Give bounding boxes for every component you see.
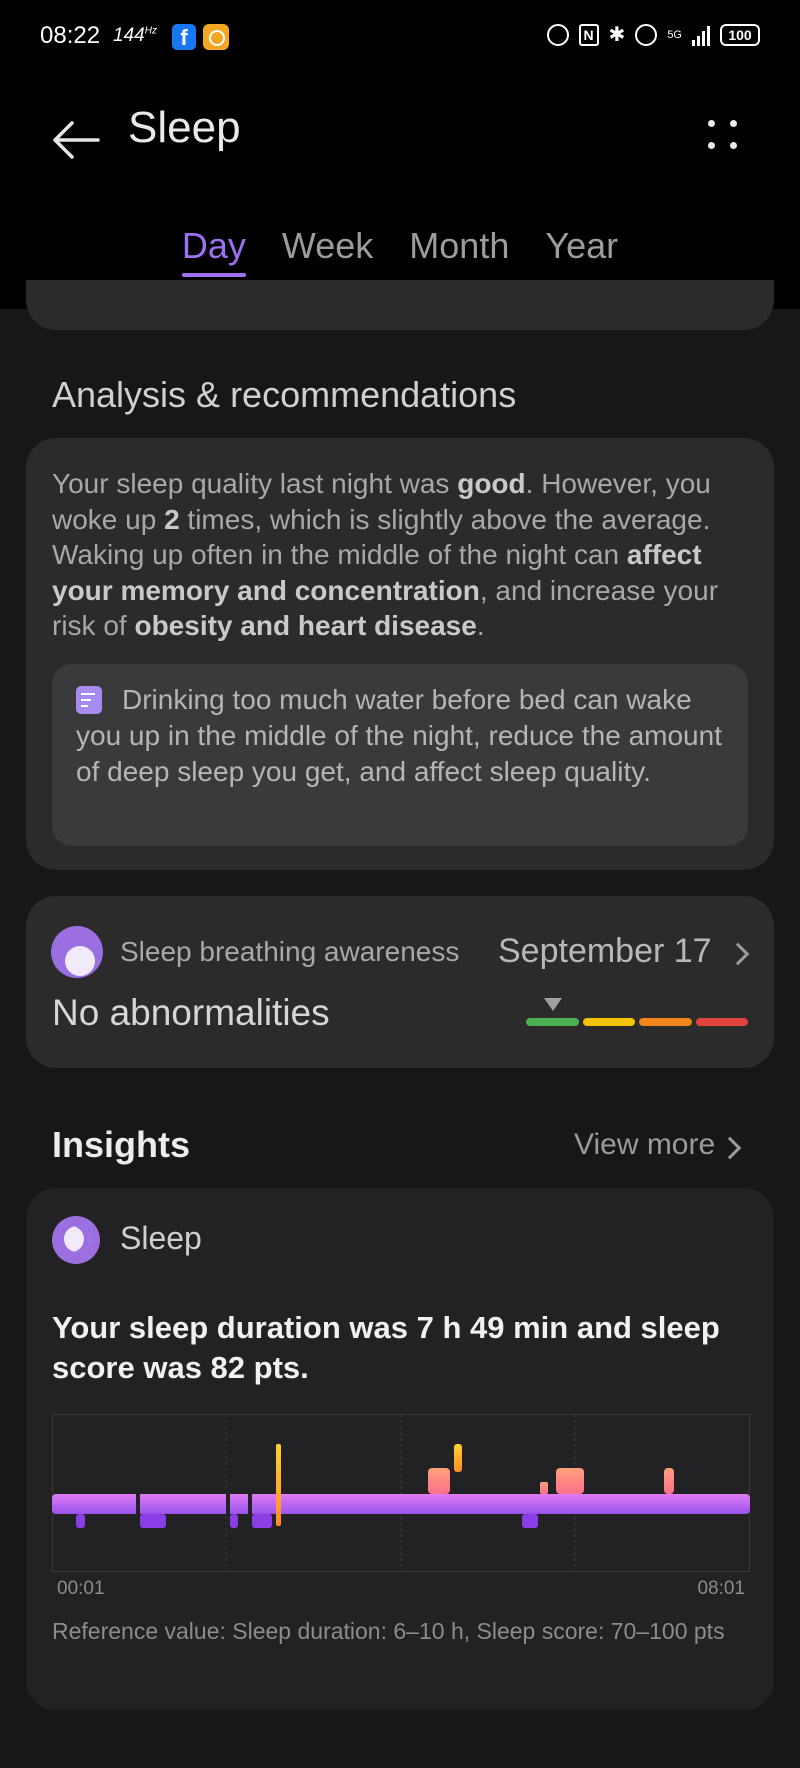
app-notification-icon xyxy=(203,24,229,50)
rem-segment xyxy=(664,1468,674,1494)
previous-card-edge xyxy=(26,280,774,330)
signal-icon xyxy=(692,24,710,46)
sleep-stages-chart: 00:01 08:01 xyxy=(52,1414,750,1596)
emphasis-text: obesity and heart disease xyxy=(134,610,477,641)
breathing-status: No abnormalities xyxy=(52,992,330,1033)
moon-icon xyxy=(52,1216,100,1264)
scale-marker xyxy=(543,998,562,1011)
more-options-icon[interactable] xyxy=(700,112,746,166)
scale-segment xyxy=(639,1018,692,1026)
band-gap xyxy=(226,1492,230,1516)
sleep-insight-card[interactable]: Sleep Your sleep duration was 7 h 49 min… xyxy=(26,1188,774,1710)
period-tabs: Day Week Month Year xyxy=(0,225,800,277)
status-icons: N ✱ 5G 100 xyxy=(546,22,760,47)
tab-day[interactable]: Day xyxy=(181,225,246,277)
analysis-section-title: Analysis & recommendations xyxy=(52,374,517,415)
band-gap xyxy=(248,1492,252,1516)
refresh-rate-indicator: 144Hz xyxy=(113,25,157,46)
chart-end-time: 08:01 xyxy=(697,1578,745,1596)
emphasis-text: 2 xyxy=(164,503,180,535)
scale-segment xyxy=(695,1018,748,1026)
alarm-icon xyxy=(635,23,658,46)
paragraph-text: . xyxy=(476,610,485,641)
status-time: 08:22 xyxy=(40,22,101,49)
tab-year[interactable]: Year xyxy=(545,225,618,277)
scale-segment xyxy=(582,1018,635,1026)
sleep-insight-headline: Your sleep duration was 7 h 49 min and s… xyxy=(52,1310,720,1385)
scale-segment xyxy=(526,1018,579,1026)
band-gap xyxy=(136,1492,140,1516)
chevron-right-icon xyxy=(718,1136,742,1160)
nfc-icon: N xyxy=(578,23,599,46)
light-sleep-band xyxy=(52,1494,750,1514)
bluetooth-icon: ✱ xyxy=(608,24,626,46)
sleeping-face-icon xyxy=(51,926,103,978)
rem-segment xyxy=(540,1482,548,1494)
deep-sleep-segment xyxy=(76,1514,85,1528)
bottom-overflow xyxy=(0,1740,800,1768)
breathing-severity-scale xyxy=(526,1018,748,1026)
reference-values: Reference value: Sleep duration: 6–10 h,… xyxy=(52,1618,725,1644)
network-type-label: 5G xyxy=(667,28,682,41)
awake-segment xyxy=(454,1444,462,1472)
facebook-notification-icon: f xyxy=(172,24,196,50)
emphasis-text: good xyxy=(457,468,526,499)
breathing-awareness-card[interactable]: Sleep breathing awareness September 17 N… xyxy=(26,896,774,1068)
breathing-awareness-label: Sleep breathing awareness xyxy=(120,936,460,967)
analysis-card: Your sleep quality last night was good. … xyxy=(26,438,774,870)
tip-box: Drinking too much water before bed can w… xyxy=(52,664,748,846)
chevron-right-icon xyxy=(726,942,750,966)
analysis-paragraph: Your sleep quality last night was good. … xyxy=(52,466,752,644)
view-more-link[interactable]: View more xyxy=(574,1128,715,1162)
rem-segment xyxy=(428,1468,450,1494)
back-arrow-icon[interactable] xyxy=(50,114,102,166)
sleep-insight-label: Sleep xyxy=(120,1220,202,1256)
paragraph-text: Your sleep quality last night was xyxy=(52,468,458,499)
insights-title: Insights xyxy=(52,1124,191,1165)
awake-segment xyxy=(276,1444,281,1526)
status-bar: 08:22 144Hz f N ✱ 5G 100 xyxy=(0,0,800,74)
tab-week[interactable]: Week xyxy=(282,225,373,277)
chart-start-time: 00:01 xyxy=(57,1578,105,1596)
rem-segment xyxy=(556,1468,584,1494)
hotspot-icon xyxy=(546,23,569,46)
deep-sleep-segment xyxy=(522,1514,538,1528)
deep-sleep-segment xyxy=(252,1514,272,1528)
page-title: Sleep xyxy=(128,103,241,152)
tab-month[interactable]: Month xyxy=(409,225,509,277)
battery-icon: 100 xyxy=(720,23,760,46)
app-header: Sleep Day Week Month Year xyxy=(0,74,800,309)
deep-sleep-segment xyxy=(230,1514,238,1528)
breathing-date: September 17 xyxy=(498,932,712,970)
deep-sleep-segment xyxy=(140,1514,166,1528)
tip-text: Drinking too much water before bed can w… xyxy=(76,684,722,787)
